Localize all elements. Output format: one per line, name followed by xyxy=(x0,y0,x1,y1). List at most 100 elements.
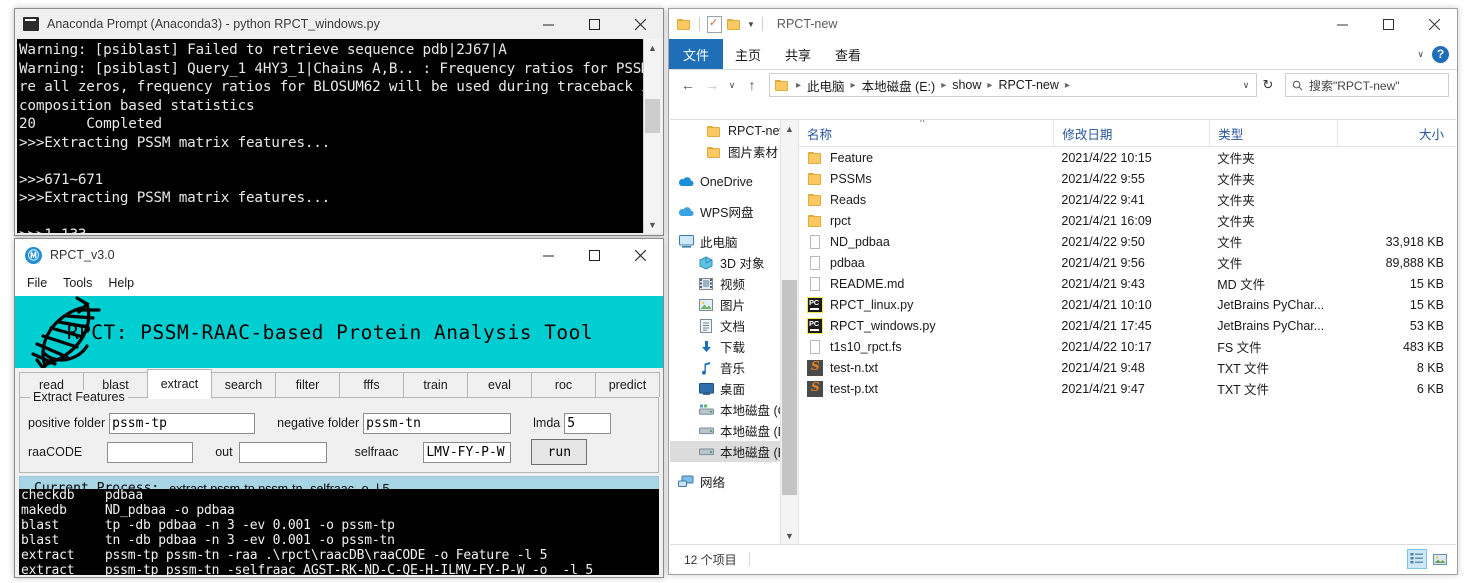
sidebar-item-videos[interactable]: 视频 xyxy=(670,273,798,294)
file-name-cell[interactable]: Reads xyxy=(799,192,1053,208)
file-name-cell[interactable]: Stest-n.txt xyxy=(799,359,1053,376)
table-row[interactable]: Stest-n.txt 2021/4/21 9:48 TXT 文件 8 KB xyxy=(799,357,1456,378)
search-input[interactable]: 搜索"RPCT-new" xyxy=(1309,77,1400,94)
file-name-cell[interactable]: PC RPCT_windows.py xyxy=(799,317,1053,334)
tab-roc[interactable]: roc xyxy=(531,372,596,397)
console-maximize-button[interactable] xyxy=(571,8,617,40)
ribbon-tab-view[interactable]: 查看 xyxy=(823,39,873,69)
table-row[interactable]: pdbaa 2021/4/21 9:56 文件 89,888 KB xyxy=(799,252,1456,273)
file-name-cell[interactable]: PSSMs xyxy=(799,171,1053,187)
rpct-minimize-button[interactable] xyxy=(525,239,571,271)
refresh-icon[interactable]: ↻ xyxy=(1259,77,1277,93)
tab-predict[interactable]: predict xyxy=(595,372,660,397)
console-titlebar[interactable]: Anaconda Prompt (Anaconda3) - python RPC… xyxy=(15,9,663,39)
console-scrollbar[interactable]: ▲ ▼ xyxy=(643,39,661,233)
selfraac-input[interactable]: LMV-FY-P-W xyxy=(423,441,512,463)
sidebar-item-wps-cloud[interactable]: WPS网盘 xyxy=(670,201,798,222)
positive-folder-input[interactable]: pssm-tp xyxy=(109,412,256,434)
sidebar-item-downloads[interactable]: 下载 xyxy=(670,336,798,357)
recent-locations-caret-icon[interactable]: ∨ xyxy=(725,73,739,97)
console-scroll-thumb[interactable] xyxy=(645,99,660,133)
ribbon-tab-home[interactable]: 主页 xyxy=(723,39,773,69)
file-name-cell[interactable]: pdbaa xyxy=(799,255,1053,271)
sidebar-item-3d-objects[interactable]: 3D 对象 xyxy=(670,252,798,273)
chevron-down-icon[interactable]: ∨ xyxy=(1417,49,1424,60)
anaconda-prompt-window[interactable]: Anaconda Prompt (Anaconda3) - python RPC… xyxy=(14,8,664,236)
column-header-date[interactable]: 修改日期 xyxy=(1053,120,1209,146)
sidebar-item-rpct-new[interactable]: RPCT-new xyxy=(670,120,798,141)
view-mode-buttons[interactable] xyxy=(1407,549,1450,569)
rpct-application-window[interactable]: Ⓜ RPCT_v3.0 File Tools Help RPCT: PSSM-R… xyxy=(14,238,664,578)
breadcrumb-this-pc[interactable]: 此电脑 xyxy=(805,76,847,95)
explorer-maximize-button[interactable] xyxy=(1365,8,1411,40)
navpane-scroll-down-icon[interactable]: ▼ xyxy=(781,527,798,544)
tab-fffs[interactable]: fffs xyxy=(339,372,404,397)
column-header-size[interactable]: 大小 xyxy=(1337,120,1456,146)
sidebar-item-network[interactable]: 网络 xyxy=(670,471,798,492)
tab-filter[interactable]: filter xyxy=(275,372,340,397)
sidebar-item-pictures-material[interactable]: 图片素材 xyxy=(670,141,798,162)
table-row[interactable]: Reads 2021/4/22 9:41 文件夹 xyxy=(799,189,1456,210)
explorer-minimize-button[interactable] xyxy=(1319,8,1365,40)
address-dropdown-icon[interactable]: ∨ xyxy=(1238,80,1254,91)
tab-extract[interactable]: extract xyxy=(147,369,212,399)
up-button[interactable]: ↑ xyxy=(741,73,763,97)
sidebar-item-drive-c[interactable]: 本地磁盘 (C:) xyxy=(670,399,798,420)
console-minimize-button[interactable] xyxy=(525,8,571,40)
sidebar-item-desktop[interactable]: 桌面 xyxy=(670,378,798,399)
file-explorer-window[interactable]: ▼ RPCT-new 文件 主页 共享 查看 ∨ ? ← → ∨ ↑ xyxy=(668,8,1458,575)
search-box[interactable]: 搜索"RPCT-new" xyxy=(1285,73,1449,97)
crumb-sep-2[interactable]: ▸ xyxy=(937,80,950,91)
file-list-pane[interactable]: 名称 ∧ 修改日期 类型 大小 Feature 2021/4/22 10:15 … xyxy=(799,120,1456,544)
lmda-input[interactable]: 5 xyxy=(564,412,612,434)
file-name-cell[interactable]: Stest-p.txt xyxy=(799,380,1053,397)
file-name-cell[interactable]: rpct xyxy=(799,213,1053,229)
rpct-titlebar[interactable]: Ⓜ RPCT_v3.0 xyxy=(15,239,663,271)
console-close-button[interactable] xyxy=(617,8,663,40)
column-header-type[interactable]: 类型 xyxy=(1209,120,1337,146)
file-name-cell[interactable]: Feature xyxy=(799,150,1053,166)
table-row[interactable]: Stest-p.txt 2021/4/21 9:47 TXT 文件 6 KB xyxy=(799,378,1456,399)
file-name-cell[interactable]: ND_pdbaa xyxy=(799,234,1053,250)
raacode-input[interactable] xyxy=(107,441,194,463)
ribbon-tab-bar[interactable]: 文件 主页 共享 查看 ∨ ? xyxy=(669,39,1457,70)
properties-icon[interactable] xyxy=(707,15,722,33)
file-name-cell[interactable]: t1s10_rpct.fs xyxy=(799,339,1053,355)
forward-button[interactable]: → xyxy=(701,73,723,97)
new-folder-icon[interactable] xyxy=(727,18,742,30)
back-button[interactable]: ← xyxy=(677,73,699,97)
address-bar[interactable]: ▸ 此电脑 ▸ 本地磁盘 (E:) ▸ show ▸ RPCT-new ▸ ∨ xyxy=(769,73,1257,97)
column-header-name[interactable]: 名称 ∧ xyxy=(799,120,1053,146)
table-row[interactable]: ND_pdbaa 2021/4/22 9:50 文件 33,918 KB xyxy=(799,231,1456,252)
folder-icon[interactable] xyxy=(677,18,692,30)
menu-item-help[interactable]: Help xyxy=(108,276,134,290)
tab-train[interactable]: train xyxy=(403,372,468,397)
sidebar-item-drive-e[interactable]: 本地磁盘 (E:) xyxy=(670,441,798,462)
breadcrumb-drive-e[interactable]: 本地磁盘 (E:) xyxy=(860,76,938,95)
crumb-sep-4[interactable]: ▸ xyxy=(1061,80,1074,91)
navigation-pane[interactable]: RPCT-new 图片素材 OneDrive WPS网盘 此电脑 3D 对象 视… xyxy=(670,120,799,544)
table-row[interactable]: PC RPCT_windows.py 2021/4/21 17:45 JetBra… xyxy=(799,315,1456,336)
crumb-sep-1[interactable]: ▸ xyxy=(847,80,860,91)
column-headers[interactable]: 名称 ∧ 修改日期 类型 大小 xyxy=(799,120,1456,147)
out-input[interactable] xyxy=(238,441,327,463)
quick-access-toolbar[interactable]: ▼ xyxy=(677,15,773,33)
rpct-maximize-button[interactable] xyxy=(571,239,617,271)
help-icon[interactable]: ? xyxy=(1432,45,1449,63)
sidebar-item-onedrive[interactable]: OneDrive xyxy=(670,171,798,192)
table-row[interactable]: t1s10_rpct.fs 2021/4/22 10:17 FS 文件 483 … xyxy=(799,336,1456,357)
sidebar-item-drive-d[interactable]: 本地磁盘 (D:) xyxy=(670,420,798,441)
scroll-up-icon[interactable]: ▲ xyxy=(644,39,661,56)
sidebar-item-pictures[interactable]: 图片 xyxy=(670,294,798,315)
details-view-icon[interactable] xyxy=(1407,549,1427,569)
tab-search[interactable]: search xyxy=(211,372,276,397)
tab-eval[interactable]: eval xyxy=(467,372,532,397)
large-icons-view-icon[interactable] xyxy=(1430,549,1450,569)
navpane-scroll-up-icon[interactable]: ▲ xyxy=(781,120,798,137)
ribbon-tab-file[interactable]: 文件 xyxy=(669,39,724,69)
table-row[interactable]: README.md 2021/4/21 9:43 MD 文件 15 KB xyxy=(799,273,1456,294)
menu-item-file[interactable]: File xyxy=(27,276,47,290)
sidebar-item-this-pc[interactable]: 此电脑 xyxy=(670,231,798,252)
file-name-cell[interactable]: README.md xyxy=(799,276,1053,292)
menu-item-tools[interactable]: Tools xyxy=(63,276,92,290)
